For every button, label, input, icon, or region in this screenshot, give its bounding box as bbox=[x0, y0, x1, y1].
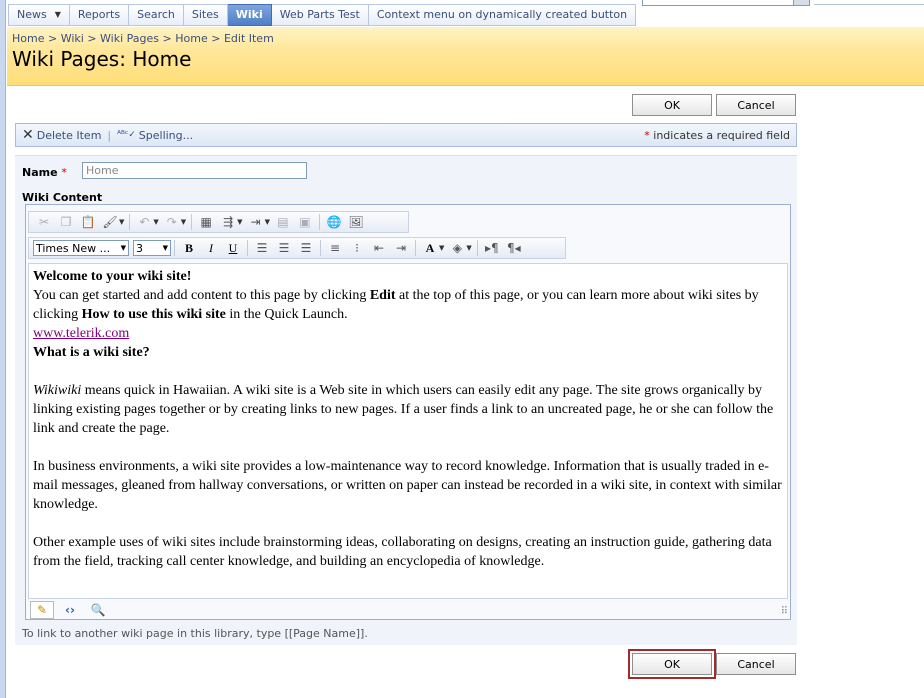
dropdown-button[interactable] bbox=[793, 0, 809, 5]
wiki-content-label: Wiki Content bbox=[22, 191, 103, 204]
wiki-link-hint: To link to another wiki page in this lib… bbox=[22, 627, 368, 640]
indent-icon[interactable]: ⇥ bbox=[392, 239, 410, 257]
resize-grip-icon[interactable]: ⠿ bbox=[781, 606, 788, 617]
tab-search[interactable]: Search bbox=[129, 4, 184, 26]
page-title: Wiki Pages: Home bbox=[12, 47, 192, 71]
numbered-list-icon[interactable]: ≡ bbox=[326, 239, 344, 257]
insert-image-icon[interactable]: 🖼 bbox=[347, 213, 365, 231]
toolbar-divider bbox=[191, 214, 193, 230]
spell-check-icon: ᴬᴮᶜ✓ bbox=[117, 130, 136, 140]
insert-link-icon[interactable]: 🌐 bbox=[325, 213, 343, 231]
undo-icon[interactable]: ↶ bbox=[135, 213, 153, 231]
editor-toolbar-format: Times New ... ▼ 3 ▼ B I U ☰ ☰ ☰ ≡ ⁝ ⇤ ⇥ A ▼… bbox=[28, 237, 566, 259]
left-frame-strip bbox=[0, 0, 6, 698]
content-paragraph-uses: Other example uses of wiki sites include… bbox=[33, 535, 772, 569]
align-left-icon[interactable]: ☰ bbox=[253, 239, 271, 257]
chevron-down-icon[interactable]: ▼ bbox=[181, 218, 186, 226]
chevron-down-icon[interactable]: ▼ bbox=[439, 244, 444, 252]
top-dropdown[interactable] bbox=[642, 0, 810, 6]
delete-item-button[interactable]: ✕ Delete Item bbox=[16, 127, 101, 143]
breadcrumb-wiki[interactable]: Wiki bbox=[61, 32, 84, 45]
toolbar-divider bbox=[247, 240, 248, 256]
paste-icon[interactable]: 📋 bbox=[79, 213, 97, 231]
chevron-down-icon[interactable]: ▼ bbox=[237, 218, 242, 226]
breadcrumb-home[interactable]: Home bbox=[12, 32, 44, 45]
italic-icon[interactable]: I bbox=[202, 239, 220, 257]
edit-form: Name * Home Wiki Content ✂ ❐ 📋 🖌 ▼ ↶ ▼ ↷ ▼ … bbox=[15, 155, 797, 645]
chevron-down-icon[interactable]: ▼ bbox=[265, 218, 270, 226]
top-divider bbox=[814, 4, 924, 5]
underline-icon[interactable]: U bbox=[224, 239, 242, 257]
format-painter-icon[interactable]: 🖌 bbox=[101, 213, 119, 231]
delete-x-icon: ✕ bbox=[22, 127, 34, 143]
insert-column-icon[interactable]: ⇥ bbox=[247, 213, 265, 231]
rtl-direction-icon[interactable]: ¶◂ bbox=[505, 239, 523, 257]
cell-properties-icon[interactable]: ▣ bbox=[296, 213, 314, 231]
copy-icon[interactable]: ❐ bbox=[57, 213, 75, 231]
breadcrumb: Home > Wiki > Wiki Pages > Home > Edit I… bbox=[12, 32, 274, 45]
page-header: Home > Wiki > Wiki Pages > Home > Edit I… bbox=[7, 27, 924, 86]
content-link-telerik[interactable]: www.telerik.com bbox=[33, 326, 129, 341]
font-name-select[interactable]: Times New ... ▼ bbox=[33, 240, 129, 256]
spelling-button[interactable]: ᴬᴮᶜ✓ Spelling... bbox=[117, 129, 193, 142]
highlight-color-icon[interactable]: ◈ bbox=[448, 239, 466, 257]
html-mode-code-icon[interactable]: ‹› bbox=[58, 601, 82, 619]
font-color-icon[interactable]: A bbox=[421, 239, 439, 257]
preview-mode-magnifier-icon[interactable]: 🔍 bbox=[86, 601, 110, 619]
breadcrumb-wiki-pages[interactable]: Wiki Pages bbox=[100, 32, 159, 45]
outdent-icon[interactable]: ⇤ bbox=[370, 239, 388, 257]
table-properties-icon[interactable]: ▤ bbox=[274, 213, 292, 231]
redo-icon[interactable]: ↷ bbox=[163, 213, 181, 231]
breadcrumb-current: Edit Item bbox=[223, 32, 274, 45]
name-input[interactable]: Home bbox=[82, 162, 307, 179]
editor-content-area[interactable]: Welcome to your wiki site! You can get s… bbox=[28, 263, 788, 599]
tab-wiki[interactable]: Wiki bbox=[227, 4, 272, 26]
toolbar-divider bbox=[415, 240, 416, 256]
toolbar-divider bbox=[318, 214, 320, 230]
insert-table-icon[interactable]: ▦ bbox=[197, 213, 215, 231]
content-paragraph-intro: You can get started and add content to t… bbox=[33, 288, 759, 322]
chevron-down-icon[interactable]: ▼ bbox=[119, 218, 124, 226]
content-paragraph-wikiwiki: Wikiwiki means quick in Hawaiian. A wiki… bbox=[33, 383, 774, 436]
chevron-down-icon: ▼ bbox=[162, 244, 168, 252]
toolbar-divider bbox=[129, 214, 131, 230]
tab-reports[interactable]: Reports bbox=[69, 4, 130, 26]
top-navigation: News ▼ Reports Search Sites Wiki Web Part… bbox=[8, 4, 637, 26]
cancel-button-top[interactable]: Cancel bbox=[716, 94, 796, 116]
content-paragraph-business: In business environments, a wiki site pr… bbox=[33, 459, 782, 512]
chevron-down-icon[interactable]: ▼ bbox=[466, 244, 471, 252]
name-label: Name * bbox=[22, 166, 67, 179]
chevron-down-icon[interactable]: ▼ bbox=[153, 218, 158, 226]
align-center-icon[interactable]: ☰ bbox=[275, 239, 293, 257]
content-heading-what-is: What is a wiki site? bbox=[33, 345, 150, 360]
content-heading-welcome: Welcome to your wiki site! bbox=[33, 269, 192, 284]
toolbar-separator: | bbox=[107, 128, 112, 142]
ltr-direction-icon[interactable]: ▸¶ bbox=[483, 239, 501, 257]
toolbar-divider bbox=[476, 240, 478, 256]
breadcrumb-page-home[interactable]: Home bbox=[175, 32, 207, 45]
bulleted-list-icon[interactable]: ⁝ bbox=[348, 239, 366, 257]
toolbar-divider bbox=[320, 240, 321, 256]
rich-text-editor: ✂ ❐ 📋 🖌 ▼ ↶ ▼ ↷ ▼ ▦ ⇶ ▼ ⇥ ▼ ▤ ▣ 🌐 🖼 Times New… bbox=[25, 204, 791, 620]
ok-button-top[interactable]: OK bbox=[632, 94, 712, 116]
font-size-select[interactable]: 3 ▼ bbox=[133, 240, 171, 256]
design-mode-pencil-icon[interactable]: ✎ bbox=[30, 601, 54, 619]
action-toolbar: ✕ Delete Item | ᴬᴮᶜ✓ Spelling... * indic… bbox=[15, 123, 797, 147]
editor-mode-bar: ✎ ‹› 🔍 bbox=[28, 600, 788, 620]
chevron-down-icon[interactable]: ▼ bbox=[55, 5, 61, 25]
insert-row-icon[interactable]: ⇶ bbox=[219, 213, 237, 231]
cut-icon[interactable]: ✂ bbox=[35, 213, 53, 231]
tab-web-parts-test[interactable]: Web Parts Test bbox=[271, 4, 369, 26]
align-right-icon[interactable]: ☰ bbox=[297, 239, 315, 257]
tab-news[interactable]: News ▼ bbox=[8, 4, 70, 26]
required-field-note: * indicates a required field bbox=[644, 129, 790, 142]
tab-sites[interactable]: Sites bbox=[183, 4, 228, 26]
tab-context-menu[interactable]: Context menu on dynamically created butt… bbox=[368, 4, 637, 26]
ok-button-bottom[interactable]: OK bbox=[628, 649, 716, 679]
chevron-down-icon: ▼ bbox=[120, 244, 126, 252]
bold-icon[interactable]: B bbox=[180, 239, 198, 257]
editor-toolbar-top: ✂ ❐ 📋 🖌 ▼ ↶ ▼ ↷ ▼ ▦ ⇶ ▼ ⇥ ▼ ▤ ▣ 🌐 🖼 bbox=[28, 211, 409, 233]
cancel-button-bottom[interactable]: Cancel bbox=[716, 653, 796, 675]
toolbar-divider bbox=[174, 240, 175, 256]
